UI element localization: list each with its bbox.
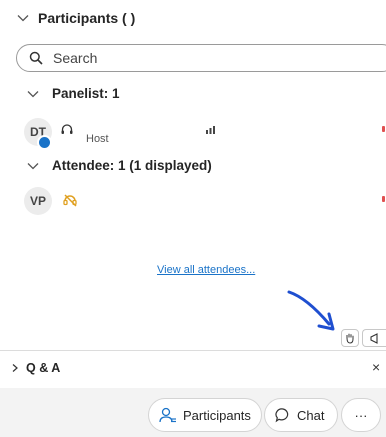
chevron-down-icon	[27, 162, 39, 169]
raise-hand-button[interactable]	[341, 329, 359, 347]
megaphone-button[interactable]	[362, 329, 386, 347]
chevron-down-icon	[17, 15, 29, 22]
chat-button-label: Chat	[297, 407, 325, 423]
participants-icon	[159, 407, 176, 423]
megaphone-icon	[369, 333, 378, 344]
chat-bubble-icon	[275, 408, 289, 423]
participants-button-label: Participants	[183, 407, 251, 423]
participants-header[interactable]: Participants ( )	[16, 10, 135, 26]
chevron-right-icon	[12, 364, 18, 372]
mic-muted-icon[interactable]	[62, 192, 78, 208]
attendee-row[interactable]: VP	[0, 184, 386, 218]
avatar: VP	[24, 187, 52, 215]
search-box[interactable]	[16, 44, 386, 72]
search-icon	[29, 51, 43, 65]
chevron-down-icon	[27, 90, 39, 97]
participants-title: Participants ( )	[38, 10, 136, 26]
panelist-section-header[interactable]: Panelist: 1	[26, 86, 120, 101]
attendee-section-header[interactable]: Attendee: 1 (1 displayed)	[26, 158, 212, 173]
status-indicator	[37, 135, 52, 150]
status-mark	[382, 126, 385, 132]
attendee-section-label: Attendee: 1 (1 displayed)	[52, 158, 212, 173]
attendee-initials: VP	[29, 194, 46, 208]
signal-bars-icon	[206, 126, 215, 134]
headset-icon	[61, 124, 73, 134]
qa-panel-header[interactable]: Q & A	[10, 361, 60, 375]
qa-title: Q & A	[26, 361, 61, 375]
chat-button[interactable]: Chat	[264, 398, 338, 432]
more-icon: ···	[354, 407, 368, 423]
panelist-row[interactable]: DT Host	[0, 114, 386, 150]
status-mark	[382, 196, 385, 202]
search-input[interactable]	[51, 49, 355, 67]
close-icon[interactable]: ×	[372, 359, 380, 375]
view-all-attendees-link[interactable]: View all attendees...	[157, 264, 255, 276]
more-button[interactable]: ···	[341, 398, 381, 432]
participants-button[interactable]: Participants	[148, 398, 262, 432]
panelist-section-label: Panelist: 1	[52, 86, 120, 101]
raise-hand-icon	[346, 333, 354, 344]
annotation-arrow-icon	[287, 290, 335, 331]
host-role-label: Host	[86, 133, 109, 145]
panel-divider	[0, 350, 386, 351]
